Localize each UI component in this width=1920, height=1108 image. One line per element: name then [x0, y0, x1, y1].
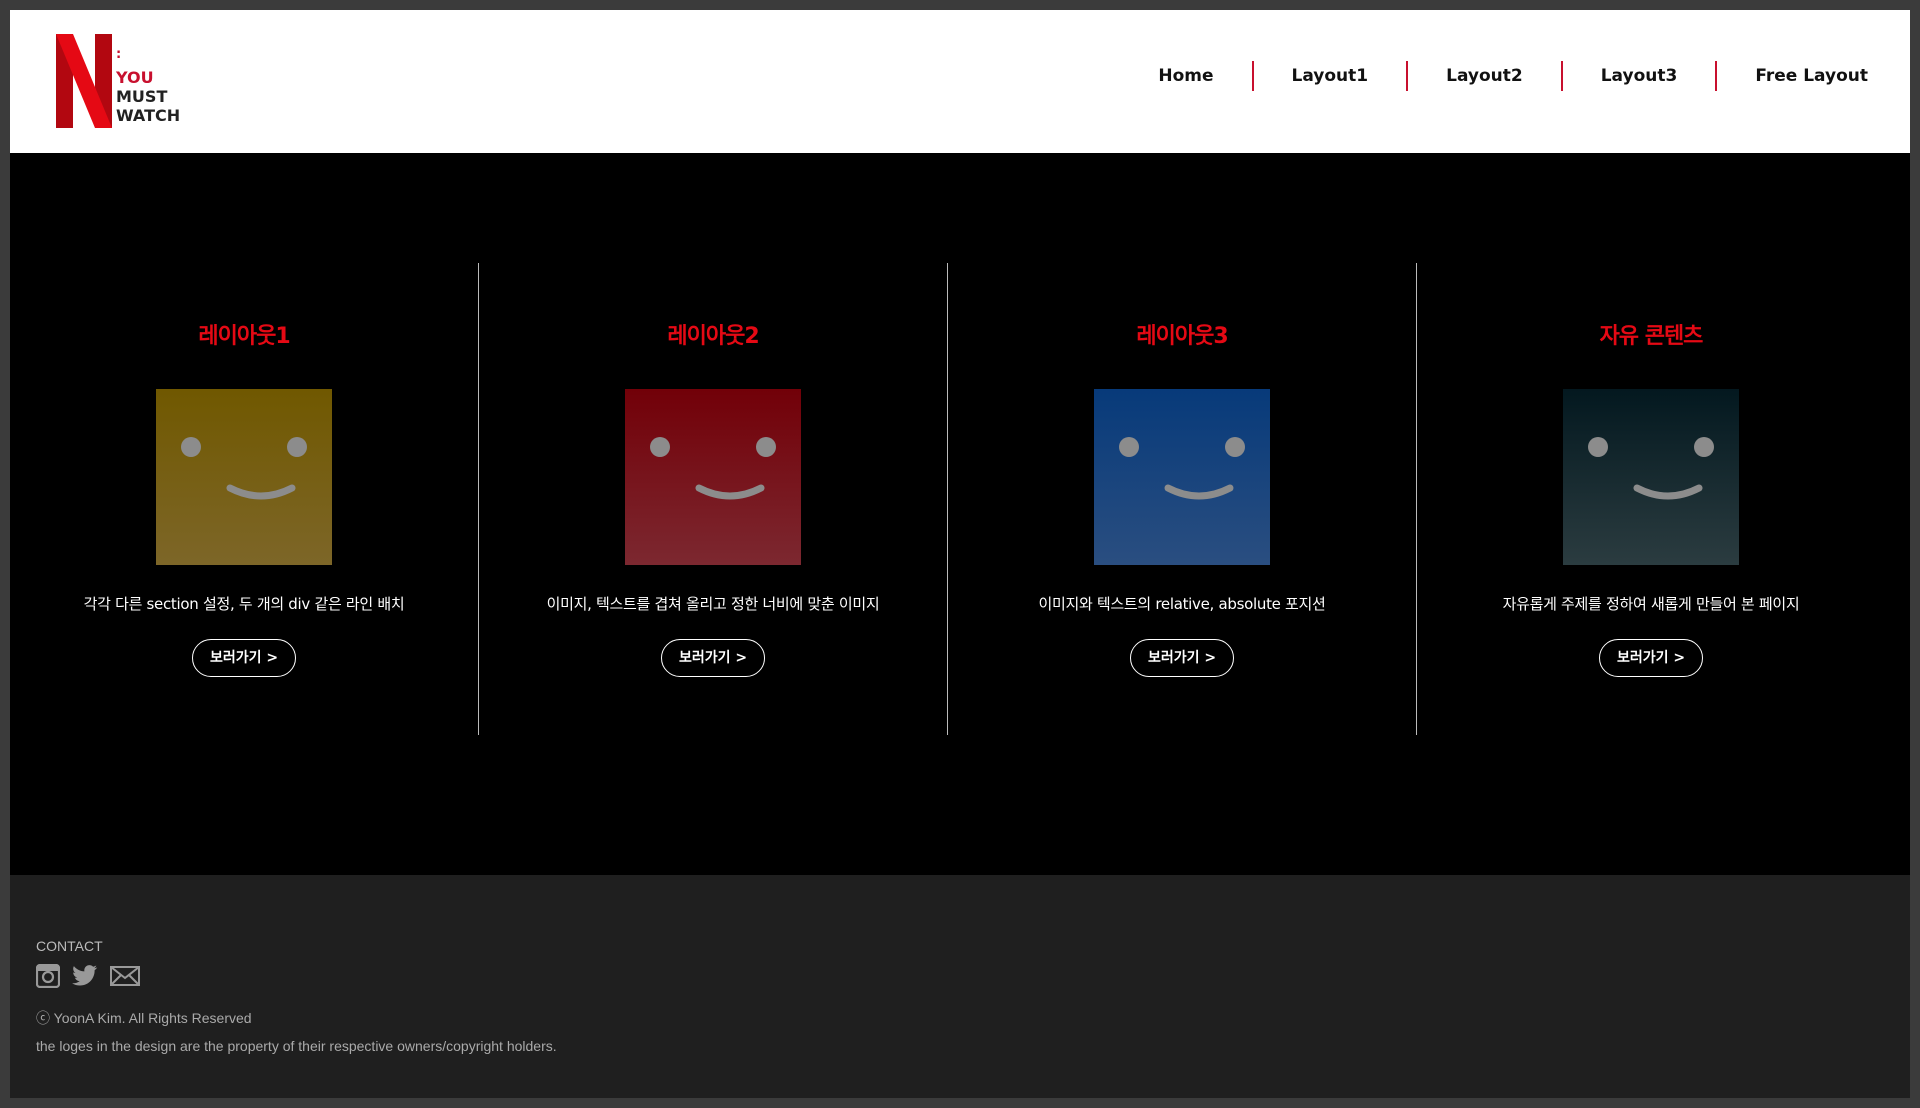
card-title: 자유 콘텐츠	[1599, 324, 1704, 349]
logo-line-must: MUST	[116, 87, 168, 106]
view-button[interactable]: 보러가기 >	[192, 639, 296, 677]
card-thumbnail[interactable]	[1563, 389, 1739, 565]
card-description: 이미지, 텍스트를 겹쳐 올리고 정한 너비에 맞춘 이미지	[546, 595, 880, 613]
view-button[interactable]: 보러가기 >	[1599, 639, 1703, 677]
nav-free-layout[interactable]: Free Layout	[1717, 60, 1868, 92]
smile-face-icon	[1563, 389, 1739, 565]
card-free-content: 자유 콘텐츠 자유롭게 주제를 정하여 새롭게 만들어 본 페이지 보러가기 >	[1417, 263, 1885, 735]
site-logo[interactable]: : YOU MUST WATCH	[56, 34, 196, 134]
card-layout2: 레이아웃2 이미지, 텍스트를 겹쳐 올리고 정한 너비에 맞춘 이미지 보러가…	[479, 263, 947, 735]
social-links	[35, 963, 140, 993]
card-title: 레이아웃2	[667, 324, 759, 349]
contact-label: CONTACT	[36, 938, 103, 954]
twitter-icon[interactable]	[72, 965, 98, 992]
card-thumbnail[interactable]	[156, 389, 332, 565]
disclaimer-text: the loges in the design are the property…	[36, 1038, 557, 1054]
site-header: : YOU MUST WATCH Home Layout1 Layout2 La…	[10, 10, 1910, 153]
card-layout3: 레이아웃3 이미지와 텍스트의 relative, absolute 포지션 보…	[948, 263, 1416, 735]
page-frame: : YOU MUST WATCH Home Layout1 Layout2 La…	[10, 10, 1910, 1098]
view-button[interactable]: 보러가기 >	[661, 639, 765, 677]
card-thumbnail[interactable]	[625, 389, 801, 565]
logo-wordmark: YOU MUST WATCH	[116, 68, 180, 125]
view-button[interactable]: 보러가기 >	[1130, 639, 1234, 677]
main-nav: Home Layout1 Layout2 Layout3 Free Layout	[1120, 60, 1868, 92]
netflix-n-logo-icon	[56, 34, 112, 128]
card-description: 이미지와 텍스트의 relative, absolute 포지션	[1038, 595, 1326, 613]
card-title: 레이아웃3	[1136, 324, 1228, 349]
logo-line-watch: WATCH	[116, 106, 181, 125]
mail-icon[interactable]	[110, 966, 140, 991]
card-description: 각각 다른 section 설정, 두 개의 div 같은 라인 배치	[83, 595, 405, 613]
instagram-icon[interactable]	[35, 963, 61, 993]
nav-layout3[interactable]: Layout3	[1563, 60, 1716, 92]
smile-face-icon	[1094, 389, 1270, 565]
nav-layout1[interactable]: Layout1	[1254, 60, 1407, 92]
copyright-text: ⓒ YoonA Kim. All Rights Reserved	[36, 1010, 252, 1026]
card-title: 레이아웃1	[198, 324, 290, 349]
nav-home[interactable]: Home	[1120, 60, 1251, 92]
logo-line-you: YOU	[116, 68, 154, 87]
logo-colon: :	[116, 47, 122, 62]
card-thumbnail[interactable]	[1094, 389, 1270, 565]
card-layout1: 레이아웃1 각각 다른 section 설정, 두 개의 div 같은 라인 배	[10, 263, 478, 735]
nav-layout2[interactable]: Layout2	[1408, 60, 1561, 92]
smile-face-icon	[156, 389, 332, 565]
card-description: 자유롭게 주제를 정하여 새롭게 만들어 본 페이지	[1502, 595, 1800, 613]
site-footer: CONTACT ⓒ YoonA Kim. All Rights Reserved…	[10, 875, 1910, 1098]
main-content: 레이아웃1 각각 다른 section 설정, 두 개의 div 같은 라인 배	[10, 153, 1910, 875]
smile-face-icon	[625, 389, 801, 565]
